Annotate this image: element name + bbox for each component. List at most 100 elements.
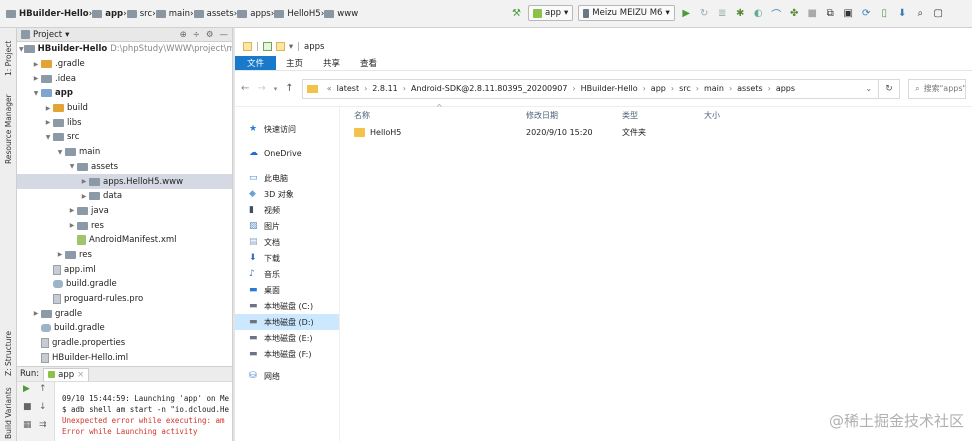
expand-right-icon[interactable]: ▶ — [79, 193, 89, 200]
tree-item[interactable]: ▶ .gradle — [17, 57, 232, 72]
close-icon[interactable]: × — [77, 370, 84, 380]
run-console[interactable]: 09/10 15:44:59: Launching 'app' on Me $ a… — [56, 382, 232, 441]
expand-right-icon[interactable]: ▶ — [79, 178, 89, 185]
recent-dropdown-icon[interactable]: ▾ — [274, 85, 278, 93]
chevron-right-icon[interactable]: › — [572, 84, 575, 93]
nav-item[interactable]: ★ 快速访问 — [235, 121, 339, 137]
chevron-right-icon[interactable]: › — [671, 84, 674, 93]
expand-down-icon[interactable]: ▼ — [31, 90, 41, 97]
layout-icon[interactable]: ▦ — [23, 420, 32, 430]
address-segment[interactable]: src — [679, 84, 691, 93]
stop-icon[interactable]: ■ — [23, 402, 32, 412]
tree-item[interactable]: ▶ apps.HelloH5.www — [17, 174, 232, 189]
expand-right-icon[interactable]: ▶ — [31, 310, 41, 317]
column-header-type[interactable]: 类型 — [622, 107, 638, 123]
tree-item[interactable]: gradle.properties — [17, 336, 232, 351]
tree-item[interactable]: ▼ src — [17, 130, 232, 145]
ribbon-tab[interactable]: 查看 — [350, 56, 387, 70]
ribbon-tab[interactable]: 文件 — [235, 56, 277, 70]
expand-right-icon[interactable]: ▶ — [43, 119, 53, 126]
tree-item[interactable]: AndroidManifest.xml — [17, 233, 232, 248]
make-project-icon[interactable]: ⧉ — [824, 7, 837, 20]
nav-item[interactable]: ▤ 文档 — [235, 234, 339, 250]
up-icon[interactable]: ↑ — [285, 83, 293, 94]
chevron-right-icon[interactable]: › — [768, 84, 771, 93]
chevron-right-icon[interactable]: › — [364, 84, 367, 93]
breadcrumb-item[interactable]: apps — [237, 9, 271, 19]
sync-icon[interactable]: ⟳ — [860, 7, 873, 20]
overflow-chevron[interactable]: « — [327, 84, 332, 93]
tree-item[interactable]: HBuilder-Hello.iml — [17, 350, 232, 365]
breadcrumb-item[interactable]: main — [155, 9, 190, 19]
device-select[interactable]: Meizu MEIZU M6 ▾ — [578, 5, 675, 21]
nav-item[interactable]: ◆ 3D 对象 — [235, 186, 339, 202]
chevron-right-icon[interactable]: › — [643, 84, 646, 93]
profile-icon[interactable]: ◐ — [752, 7, 765, 20]
refresh-icon[interactable]: ↻ — [879, 78, 901, 99]
address-segment[interactable]: assets — [737, 84, 762, 93]
sdk-manager-icon[interactable]: ⬇ — [896, 7, 909, 20]
column-header-name[interactable]: 名称 — [354, 107, 370, 123]
nav-item[interactable]: ☁ OneDrive — [235, 145, 339, 161]
chevron-right-icon[interactable]: › — [696, 84, 699, 93]
debug-icon[interactable]: ✱ — [734, 7, 747, 20]
soft-wrap-icon[interactable]: ⇉ — [39, 420, 47, 430]
expand-right-icon[interactable]: ▶ — [67, 222, 77, 229]
address-segment[interactable]: latest — [337, 84, 360, 93]
chevron-right-icon[interactable]: › — [403, 84, 406, 93]
column-header-size[interactable]: 大小 — [704, 107, 720, 123]
rerun-icon[interactable]: ▶ — [23, 384, 30, 394]
tree-item[interactable]: ▶ gradle — [17, 306, 232, 321]
expand-down-icon[interactable]: ▼ — [67, 163, 77, 170]
tree-item[interactable]: ▼ HBuilder-Hello D:\phpStudy\WWW\project\m… — [17, 42, 232, 57]
address-segment[interactable]: main — [704, 84, 724, 93]
coverage-icon[interactable]: ✤ — [788, 7, 801, 20]
nav-item[interactable]: ▬ 本地磁盘 (D:) — [235, 314, 339, 330]
tab-build-variants[interactable]: Build Variants — [1, 386, 16, 440]
breadcrumb-item[interactable]: src — [126, 9, 152, 19]
structure-icon[interactable]: ▣ — [842, 7, 855, 20]
address-segment[interactable]: HBuilder-Hello — [581, 84, 638, 93]
tab-structure[interactable]: Z: Structure — [1, 328, 16, 380]
breadcrumb-item[interactable]: HelloH5 — [274, 9, 321, 19]
ribbon-tab[interactable]: 共享 — [313, 56, 350, 70]
expand-right-icon[interactable]: ▶ — [67, 207, 77, 214]
forward-icon[interactable]: → — [257, 83, 265, 94]
back-icon[interactable]: ← — [241, 83, 249, 94]
collapse-icon[interactable]: ÷ — [193, 30, 200, 40]
chevron-down-icon[interactable]: ⌄ — [859, 84, 878, 93]
nav-item[interactable]: ▬ 桌面 — [235, 282, 339, 298]
chevron-down-icon[interactable]: ▾ — [65, 30, 69, 40]
expand-right-icon[interactable]: ▶ — [31, 61, 41, 68]
avd-manager-icon[interactable]: ▯ — [878, 7, 891, 20]
breadcrumb-item[interactable]: assets — [193, 9, 234, 19]
tree-item[interactable]: ▶ res — [17, 248, 232, 263]
run-config-select[interactable]: app ▾ — [528, 5, 574, 21]
expand-down-icon[interactable]: ▼ — [55, 149, 65, 156]
search-input[interactable]: ⌕ 搜索"apps" — [908, 78, 966, 99]
address-bar[interactable]: « latest › 2.8.11 › Android-SDK@2.8.11.80395_… — [301, 78, 880, 99]
locate-icon[interactable]: ⊕ — [180, 30, 187, 40]
expand-down-icon[interactable]: ▼ — [19, 46, 24, 53]
expand-right-icon[interactable]: ▶ — [31, 75, 41, 82]
nav-item[interactable]: ▬ 本地磁盘 (C:) — [235, 298, 339, 314]
run-icon[interactable]: ▶ — [680, 7, 693, 20]
tree-item[interactable]: ▶ res — [17, 218, 232, 233]
tree-item[interactable]: app.iml — [17, 262, 232, 277]
attach-debugger-icon[interactable]: ⌒ — [770, 7, 783, 21]
tree-item[interactable]: ▼ app — [17, 86, 232, 101]
address-segment[interactable]: apps — [776, 84, 795, 93]
tree-item[interactable]: ▶ java — [17, 204, 232, 219]
stop-icon[interactable]: ■ — [806, 7, 819, 20]
tree-item[interactable]: proguard-rules.pro — [17, 292, 232, 307]
breadcrumb-item[interactable]: www — [324, 9, 358, 19]
search-icon[interactable]: ⌕ — [914, 7, 927, 20]
tree-item[interactable]: build.gradle — [17, 277, 232, 292]
nav-item[interactable]: ▬ 本地磁盘 (F:) — [235, 346, 339, 362]
up-icon[interactable]: ↑ — [39, 384, 47, 394]
quick-access-dropdown-icon[interactable]: ▾ — [289, 42, 293, 52]
address-segment[interactable]: app — [651, 84, 666, 93]
nav-item[interactable]: ▮ 视频 — [235, 202, 339, 218]
breadcrumb-item[interactable]: app — [92, 9, 123, 19]
ribbon-tab[interactable]: 主页 — [276, 56, 313, 70]
